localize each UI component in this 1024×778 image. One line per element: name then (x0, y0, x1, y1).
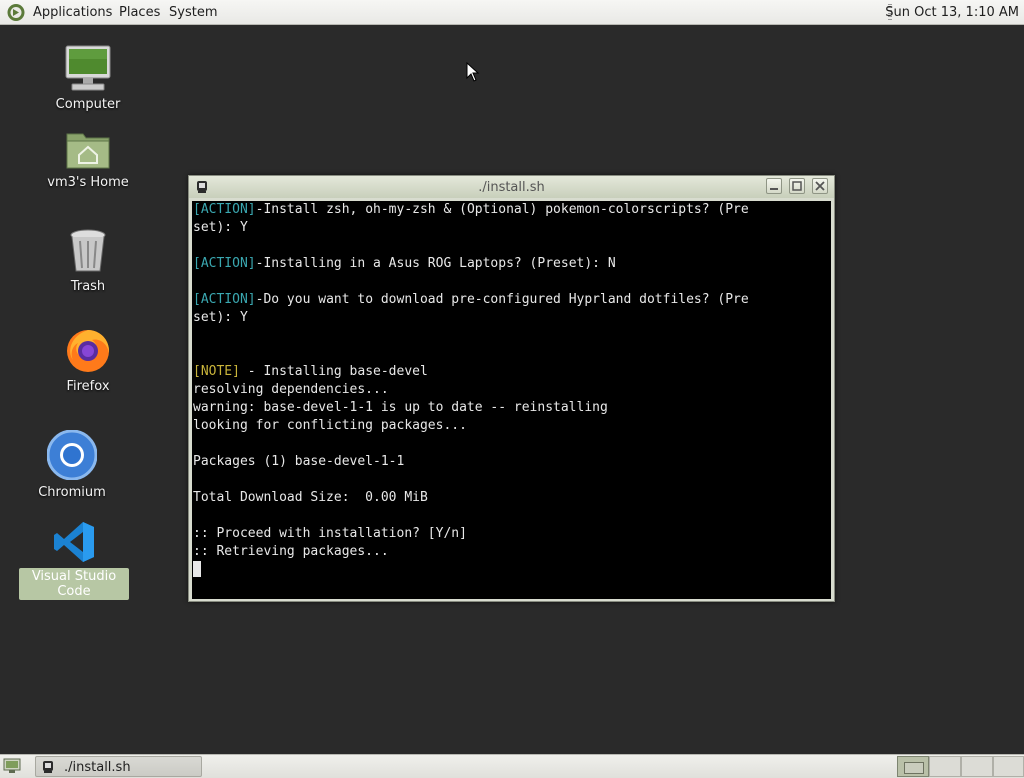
terminal-text: resolving dependencies... (193, 382, 389, 397)
home-folder-icon (66, 133, 110, 169)
minimize-icon (770, 188, 778, 190)
taskbar-item-install-sh[interactable]: ./install.sh (35, 756, 202, 777)
mate-logo-icon[interactable] (6, 3, 26, 22)
close-icon (815, 181, 825, 191)
close-button[interactable] (812, 178, 828, 194)
terminal-tag: [ACTION] (193, 202, 256, 217)
terminal-line: :: Proceed with installation? [Y/n] (192, 525, 831, 543)
menu-places[interactable]: Places (119, 5, 160, 20)
terminal-window[interactable]: ./install.sh [ACTION]-Install zsh, oh-my… (188, 175, 835, 602)
firefox-icon (67, 330, 110, 372)
desktop-icon-label: Firefox (66, 379, 110, 394)
maximize-button[interactable] (789, 178, 805, 194)
bottom-panel: ./install.sh (0, 754, 1024, 778)
terminal-line: [NOTE] - Installing base-devel (192, 363, 831, 381)
desktop-icon-firefox[interactable]: Firefox (33, 326, 143, 395)
terminal-text: :: Retrieving packages... (193, 544, 389, 559)
desktop-icon-computer[interactable]: Computer (33, 44, 143, 113)
window-titlebar[interactable]: ./install.sh (189, 176, 834, 198)
terminal-text: -Do you want to download pre-configured … (255, 292, 749, 307)
terminal-text: :: Proceed with installation? [Y/n] (193, 526, 467, 541)
terminal-cursor (193, 561, 201, 577)
workspace-window-preview (904, 762, 924, 774)
trash-icon (70, 229, 106, 272)
minimize-button[interactable] (766, 178, 782, 194)
workspace-2[interactable] (929, 756, 961, 777)
show-desktop-icon[interactable] (3, 758, 21, 774)
terminal-line: [ACTION]-Installing in a Asus ROG Laptop… (192, 255, 831, 273)
desktop-icon-label: Trash (70, 279, 106, 294)
clock[interactable]: Sun Oct 13, 1:10 AM (885, 5, 1019, 20)
chromium-icon (47, 430, 97, 480)
desktop-icon-trash[interactable]: Trash (33, 228, 143, 295)
terminal-line: [ACTION]-Do you want to download pre-con… (192, 291, 831, 309)
desktop-icon-label: Visual Studio Code (19, 568, 129, 600)
desktop-icon-label: Computer (55, 97, 121, 112)
terminal-prompt-line (192, 561, 831, 579)
terminal-text: -Install zsh, oh-my-zsh & (Optional) pok… (255, 202, 749, 217)
workspace-3[interactable] (961, 756, 993, 777)
terminal-tag: [NOTE] (193, 364, 240, 379)
computer-icon (65, 45, 111, 91)
maximize-icon (792, 181, 802, 191)
terminal-tag: [ACTION] (193, 292, 256, 307)
terminal-text: Total Download Size: 0.00 MiB (193, 490, 428, 505)
desktop-icon-label: Chromium (38, 485, 106, 500)
desktop-icon-chromium[interactable]: Chromium (17, 430, 127, 501)
terminal-line: set): Y (192, 219, 831, 237)
vscode-icon (54, 522, 94, 562)
menu-system[interactable]: System (169, 5, 217, 20)
terminal-tag: [ACTION] (193, 256, 256, 271)
terminal-icon (43, 761, 53, 773)
terminal-text: set): Y (193, 310, 248, 325)
terminal-text: set): Y (193, 220, 248, 235)
workspace-4[interactable] (993, 756, 1024, 777)
desktop-icon-vscode[interactable]: Visual Studio Code (19, 520, 129, 600)
terminal-text: warning: base-devel-1-1 is up to date --… (193, 400, 608, 415)
terminal-line: resolving dependencies... (192, 381, 831, 399)
workspace-1[interactable] (897, 756, 929, 777)
terminal-line: Total Download Size: 0.00 MiB (192, 489, 831, 507)
window-title: ./install.sh (478, 180, 545, 195)
terminal-output[interactable]: [ACTION]-Install zsh, oh-my-zsh & (Optio… (192, 201, 831, 599)
terminal-line: looking for conflicting packages... (192, 417, 831, 435)
desktop-icon-label: vm3's Home (47, 175, 129, 190)
terminal-line: warning: base-devel-1-1 is up to date --… (192, 399, 831, 417)
terminal-text: Packages (1) base-devel-1-1 (193, 454, 405, 469)
top-panel: Applications Places System Sun Oct 13, 1… (0, 0, 1024, 25)
terminal-text: -Installing in a Asus ROG Laptops? (Pres… (255, 256, 616, 271)
terminal-line: Packages (1) base-devel-1-1 (192, 453, 831, 471)
terminal-text: - Installing base-devel (239, 364, 428, 379)
terminal-line: :: Retrieving packages... (192, 543, 831, 561)
desktop-icon-home[interactable]: vm3's Home (33, 128, 143, 191)
terminal-line: set): Y (192, 309, 831, 327)
mouse-pointer-icon (466, 62, 480, 82)
menu-applications[interactable]: Applications (33, 5, 112, 20)
taskbar-item-label: ./install.sh (64, 760, 131, 775)
terminal-line: [ACTION]-Install zsh, oh-my-zsh & (Optio… (192, 201, 831, 219)
terminal-text: looking for conflicting packages... (193, 418, 467, 433)
